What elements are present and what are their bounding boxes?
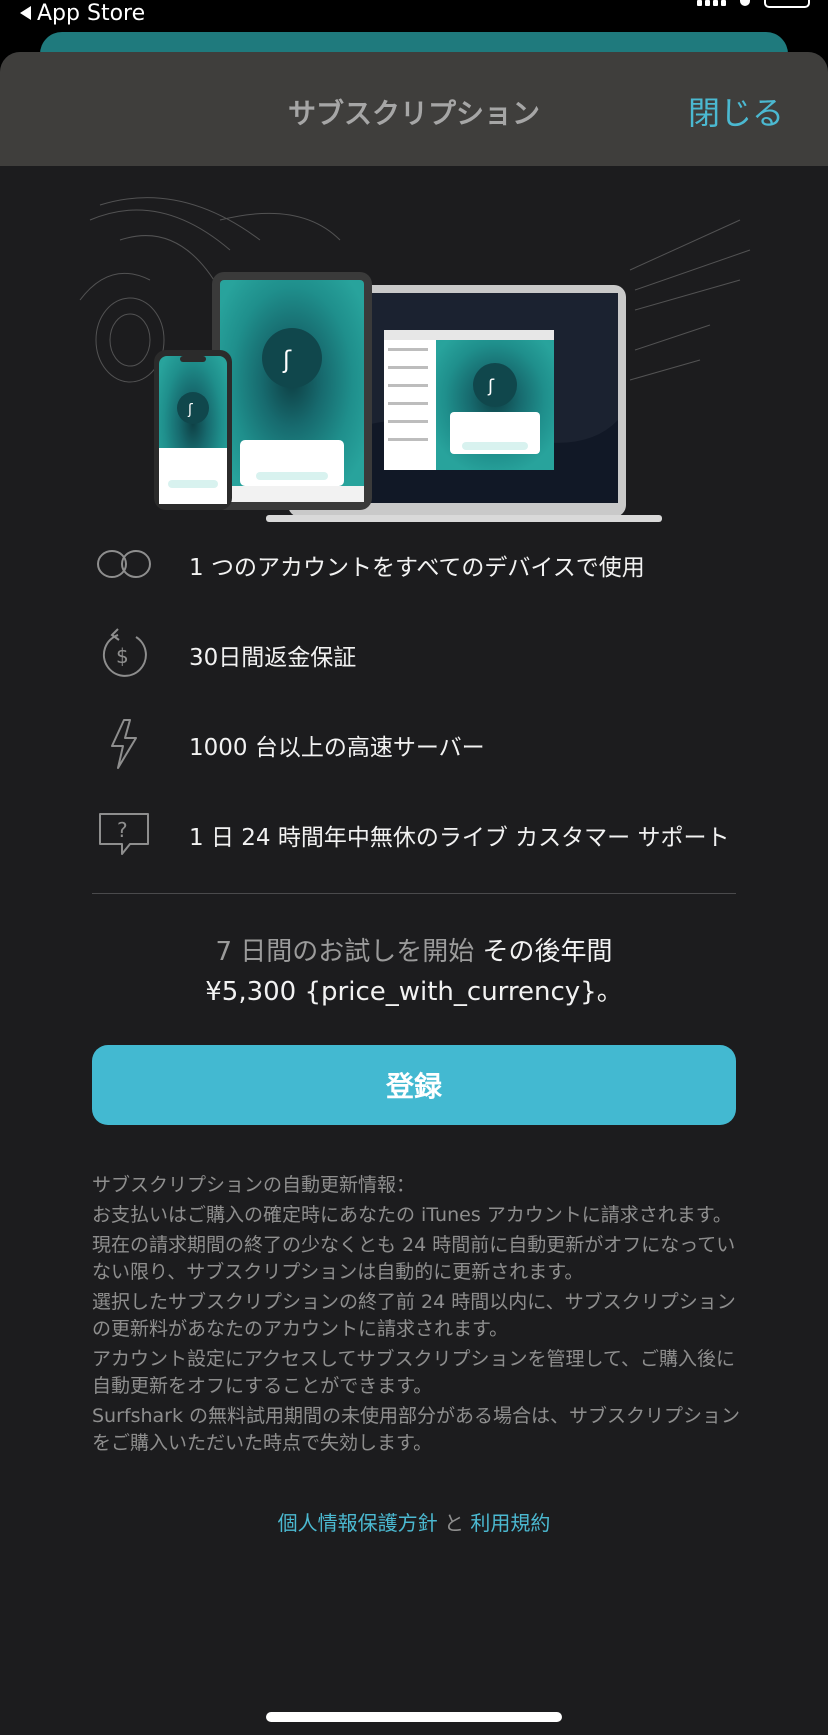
infinity-icon — [97, 550, 151, 578]
svg-text:?: ? — [117, 818, 128, 842]
subscribe-button[interactable]: 登録 — [92, 1045, 736, 1125]
divider — [92, 893, 736, 894]
feature-label: 30日間返金保証 — [189, 645, 357, 671]
terms-paragraph: Surfshark の無料試用期間の未使用部分がある場合は、サブスクリプションを… — [92, 1405, 741, 1454]
battery-icon — [764, 0, 810, 8]
terms-paragraph: 選択したサブスクリプションの終了前 24 時間以内に、サブスクリプションの更新料… — [92, 1291, 736, 1340]
terms-heading: サブスクリプションの自動更新情報： — [92, 1174, 416, 1196]
feature-item: ? 1 日 24 時間年中無休のライブ カスタマー サポート — [0, 804, 828, 864]
svg-text:ʃ: ʃ — [187, 402, 193, 418]
terms-paragraph: お支払いはご購入の確定時にあなたの iTunes アカウントに請求されます。 — [92, 1204, 732, 1226]
lightning-icon — [111, 719, 137, 769]
signal-icon — [697, 0, 726, 6]
devices-illustration: ʃ ʃ ʃ — [79, 197, 751, 522]
terms-paragraph: 現在の請求期間の終了の少なくとも 24 時間前に自動更新がオフになっていない限り… — [92, 1234, 736, 1283]
after-text: その後年間 — [482, 937, 613, 967]
terms-paragraph: アカウント設定にアクセスしてサブスクリプションを管理して、ご購入後に自動更新をオ… — [92, 1348, 735, 1397]
feature-item: 1 つのアカウントをすべてのデバイスで使用 — [0, 534, 828, 594]
back-arrow-icon — [20, 6, 31, 20]
wifi-icon — [740, 0, 750, 6]
back-app-label: App Store — [37, 0, 146, 26]
feature-item: $ 30日間返金保証 — [0, 624, 828, 684]
terms-of-use-link[interactable]: 利用規約 — [470, 1511, 550, 1535]
home-indicator[interactable] — [266, 1712, 562, 1722]
support-chat-icon: ? — [99, 813, 149, 855]
feature-label: 1 つのアカウントをすべてのデバイスで使用 — [189, 555, 645, 581]
trial-text: 7 日間のお試しを開始 — [215, 937, 475, 967]
price-line: ¥5,300 {price_with_currency}。 — [205, 977, 623, 1007]
terms-text: サブスクリプションの自動更新情報： お支払いはご購入の確定時にあなたの iTun… — [92, 1172, 742, 1460]
svg-text:ʃ: ʃ — [282, 346, 292, 374]
status-bar: App Store — [0, 0, 828, 30]
money-back-icon: $ — [102, 628, 147, 677]
feature-item: 1000 台以上の高速サーバー — [0, 714, 828, 774]
privacy-policy-link[interactable]: 個人情報保護方針 — [278, 1511, 438, 1535]
svg-text:$: $ — [116, 644, 129, 668]
feature-label: 1 日 24 時間年中無休のライブ カスタマー サポート — [189, 825, 730, 851]
legal-links: 個人情報保護方針 と 利用規約 — [0, 1507, 828, 1536]
pricing-text: 7 日間のお試しを開始 その後年間 ¥5,300 {price_with_cur… — [0, 932, 828, 1012]
close-button[interactable]: 閉じる — [688, 88, 784, 134]
feature-label: 1000 台以上の高速サーバー — [189, 735, 485, 761]
links-separator: と — [444, 1511, 464, 1535]
subscription-sheet: サブスクリプション 閉じる ʃ ʃ ʃ 1 つのアカウントをすべてのデバイスで使… — [0, 52, 828, 1735]
sheet-header: サブスクリプション 閉じる — [0, 52, 828, 166]
svg-text:ʃ: ʃ — [487, 376, 495, 397]
back-to-app-store[interactable]: App Store — [20, 0, 145, 26]
